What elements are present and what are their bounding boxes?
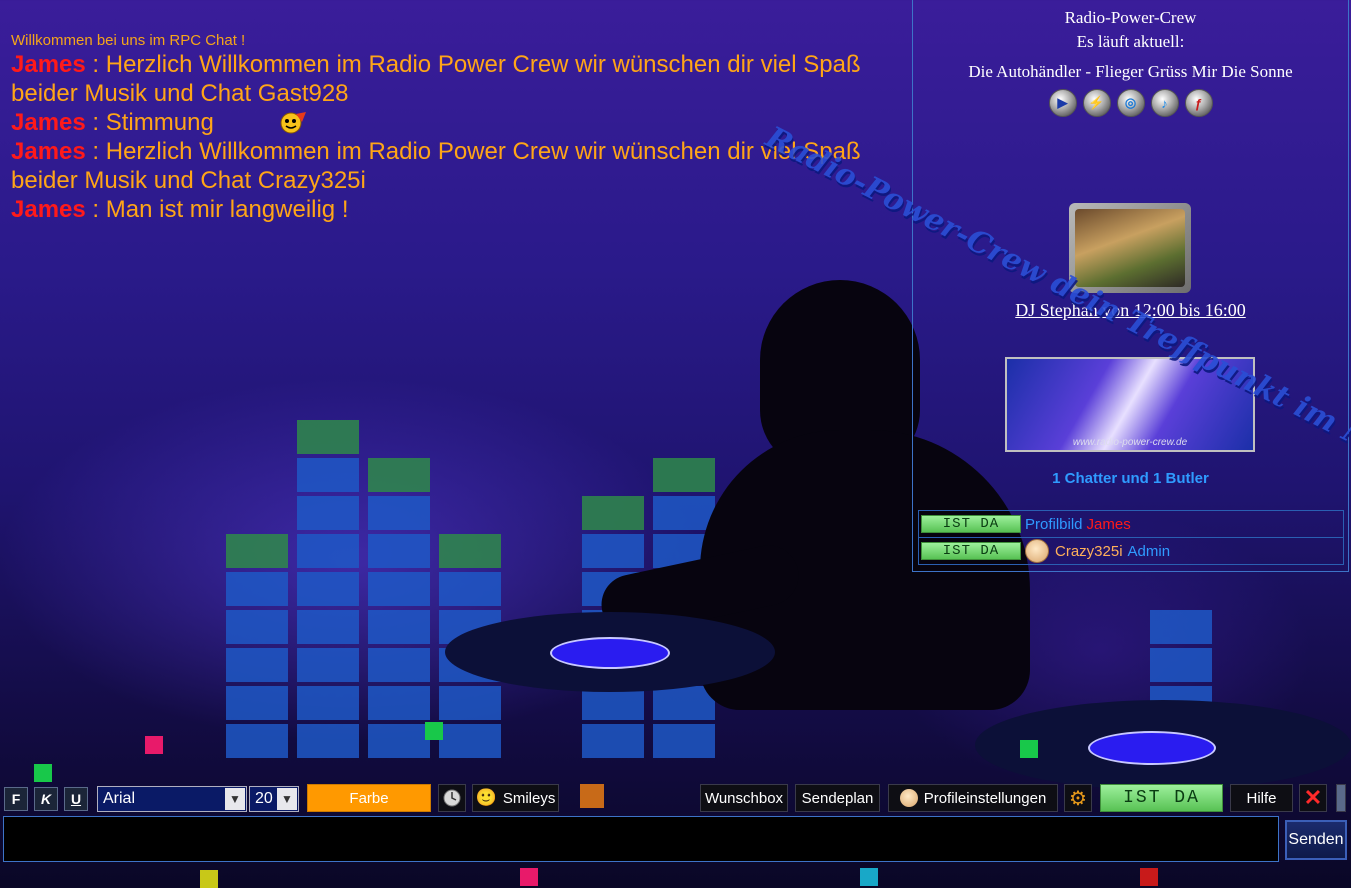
welcome-message: Willkommen bei uns im RPC Chat ! [11, 32, 246, 49]
status-badge: IST DA [921, 542, 1021, 560]
confetti [520, 868, 538, 886]
confetti [145, 736, 163, 754]
station-name: Radio-Power-Crew [1064, 8, 1197, 27]
schedule-button[interactable]: Sendeplan [795, 784, 880, 812]
now-playing-label: Es läuft aktuell: [1076, 32, 1185, 51]
size-select[interactable]: 20 ▼ [249, 786, 299, 812]
user-role: Admin [1127, 542, 1171, 560]
message-nick[interactable]: James [11, 109, 86, 136]
bold-button[interactable]: F [4, 787, 28, 811]
message-nick[interactable]: James [11, 138, 86, 165]
confetti [1020, 740, 1038, 758]
message-text: Herzlich Willkommen im Radio Power Crew … [11, 138, 861, 194]
message-nick[interactable]: James [11, 51, 86, 78]
winamp-icon[interactable]: ⚡ [1082, 89, 1111, 117]
italic-button[interactable]: K [34, 787, 58, 811]
confetti [860, 868, 878, 886]
smiley-icon: 🙂 [475, 788, 497, 807]
gear-icon[interactable]: ⚙ [1064, 784, 1092, 812]
size-select-value: 20 [255, 790, 273, 807]
online-count: 1 Chatter und 1 Butler [1052, 470, 1209, 487]
user-name[interactable]: James [1087, 516, 1131, 533]
dj-silhouette-head [760, 280, 920, 470]
message-nick[interactable]: James [11, 196, 86, 223]
confetti [425, 722, 443, 740]
user-row[interactable]: IST DA Crazy325i Admin [918, 537, 1344, 565]
user-row[interactable]: IST DA Profilbild James [918, 510, 1344, 538]
confetti [1140, 868, 1158, 886]
current-song: Die Autohändler - Flieger Grüss Mir Die … [968, 62, 1293, 81]
help-button[interactable]: Hilfe [1230, 784, 1293, 812]
profile-picture-link[interactable]: Profilbild [1025, 516, 1083, 533]
equalizer-bar [653, 454, 715, 758]
equalizer-bar [226, 530, 288, 758]
side-panel: Radio-Power-Crew Es läuft aktuell: Die A… [912, 0, 1349, 572]
turntable-disc [1088, 731, 1216, 765]
font-select-value: Arial [103, 790, 136, 807]
message-text: Herzlich Willkommen im Radio Power Crew … [11, 51, 861, 107]
send-button[interactable]: Senden [1285, 820, 1347, 860]
user-name[interactable]: Crazy325i [1055, 543, 1123, 560]
equalizer-bar [297, 416, 359, 758]
turntable-disc [550, 637, 670, 669]
equalizer-bar [439, 530, 501, 758]
close-icon[interactable]: ✕ [1299, 784, 1327, 812]
underline-button[interactable]: U [64, 787, 88, 811]
chat-message: James : Stimmung [11, 108, 901, 137]
profile-settings-button[interactable]: Profileinstellungen [888, 784, 1058, 812]
status-badge: IST DA [921, 515, 1021, 533]
banner-url: www.radio-power-crew.de [1072, 437, 1188, 448]
chat-toolbar: F K U Arial ▼ 20 ▼ Farbe 🙂 Smileys Wunsc… [0, 784, 1351, 814]
toolbar-handle[interactable] [1336, 784, 1346, 812]
player-icons: ▶ ⚡ ◎ ♪ ƒ [913, 89, 1348, 117]
itunes-icon[interactable]: ♪ [1150, 89, 1179, 117]
message-input[interactable] [3, 816, 1279, 862]
font-select[interactable]: Arial ▼ [97, 786, 247, 812]
status-toggle[interactable]: IST DA [1100, 784, 1223, 812]
smileys-button[interactable]: 🙂 Smileys [472, 784, 559, 812]
confetti [34, 764, 52, 782]
equalizer-bar [368, 454, 430, 758]
realplayer-icon[interactable]: ◎ [1116, 89, 1145, 117]
avatar-icon [899, 789, 918, 807]
chat-messages: Willkommen bei uns im RPC Chat ! James :… [11, 32, 901, 224]
chat-message: James : Man ist mir langweilig ! [11, 196, 349, 223]
message-text: Man ist mir langweilig ! [105, 196, 349, 223]
message-text: Stimmung [105, 109, 214, 136]
chat-message: James : Herzlich Willkommen im Radio Pow… [11, 51, 861, 107]
party-smiley-icon [278, 110, 308, 134]
clock-button[interactable] [438, 784, 466, 812]
flash-icon[interactable]: ƒ [1184, 89, 1213, 117]
chevron-down-icon: ▼ [225, 788, 245, 810]
color-button[interactable]: Farbe [307, 784, 431, 812]
wishbox-button[interactable]: Wunschbox [700, 784, 788, 812]
user-list: IST DA Profilbild James IST DA Crazy325i… [918, 510, 1344, 565]
input-row: Senden [0, 816, 1351, 864]
chevron-down-icon: ▼ [277, 788, 297, 810]
clock-icon [443, 789, 461, 807]
avatar [1025, 539, 1049, 563]
equalizer-bar [582, 492, 644, 758]
confetti [200, 870, 218, 888]
mediaplayer-icon[interactable]: ▶ [1048, 89, 1077, 117]
